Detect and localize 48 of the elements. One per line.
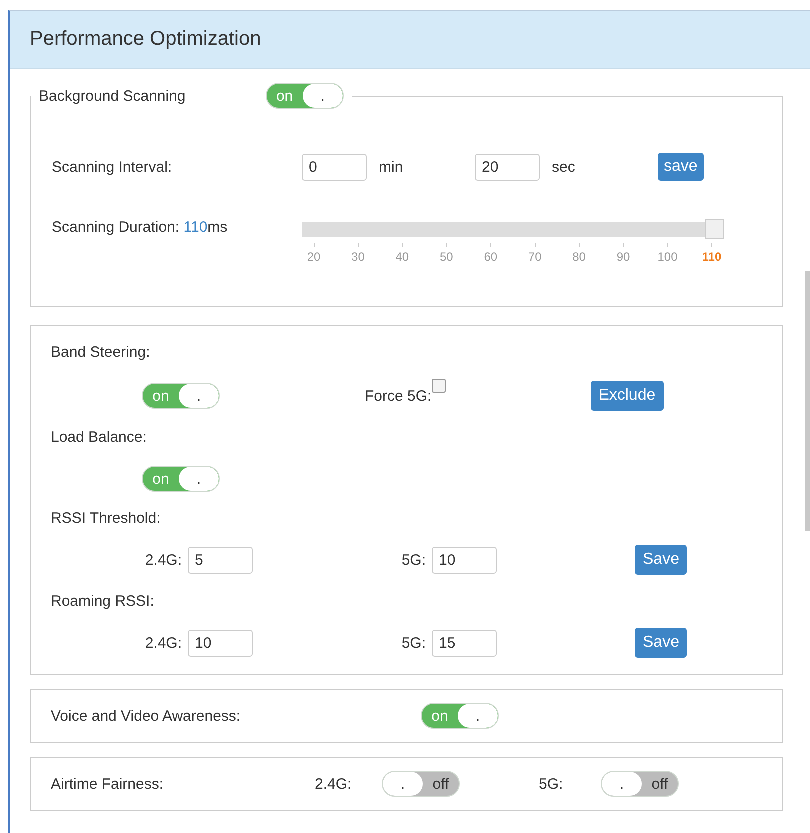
section-label: Band Steering: [51,344,152,361]
field-label: 5G: [400,552,426,568]
input-field[interactable]: 20 [475,154,540,180]
toggle-switch[interactable]: off . [382,771,460,797]
section-label: Airtime Fairness: [51,776,165,792]
field-label: 2.4G: [315,776,353,792]
tick-label: 50 [440,250,454,264]
input-field[interactable]: 5 [188,546,253,574]
slider-handle[interactable] [705,219,724,239]
save-button[interactable]: Save [635,628,688,658]
toggle-switch[interactable]: on . [421,703,499,729]
unit-label: min [379,158,404,176]
field-label: Scanning Duration: 110ms [52,219,229,236]
toggle-switch[interactable]: on . [266,83,344,109]
exclude-button[interactable]: Exclude [590,381,664,411]
save-button[interactable]: Save [635,545,688,575]
section-label: RSSI Threshold: [51,510,162,527]
field-label: 5G: [539,776,564,792]
input-field[interactable]: 10 [188,630,253,656]
tick-label: 90 [616,250,630,264]
tick-label: 30 [352,250,365,264]
tick-label: 70 [528,250,542,264]
section-label: Voice and Video Awareness: [51,708,242,724]
checkbox[interactable] [432,379,446,393]
section-label: Load Balance: [51,429,148,446]
tick-label: 100 [658,250,678,264]
field-label: Scanning Interval: [52,158,174,176]
save-button[interactable]: save [658,153,704,181]
input-field[interactable]: 10 [432,546,497,574]
input-field[interactable]: 15 [432,630,497,656]
unit-label: sec [552,158,576,176]
tick-label: 20 [307,250,321,264]
section-label: Roaming RSSI: [51,593,156,610]
toggle-switch[interactable]: on . [142,383,220,409]
tick-label: 60 [484,250,498,264]
field-label: 2.4G: [144,634,182,652]
tick-label: 80 [572,250,586,264]
field-label: 2.4G: [144,552,182,568]
scrollbar-thumb[interactable] [805,271,810,531]
panel-title: Performance Optimization [30,28,262,51]
input-field[interactable]: 0 [302,154,367,180]
section-label: Background Scanning [39,88,186,104]
field-label: 5G: [400,634,426,652]
field-label: Force 5G: [365,388,432,404]
toggle-switch[interactable]: off . [601,771,679,797]
tick-label: 110 [702,250,722,264]
tick-label: 40 [396,250,410,264]
toggle-switch[interactable]: on . [142,466,220,492]
